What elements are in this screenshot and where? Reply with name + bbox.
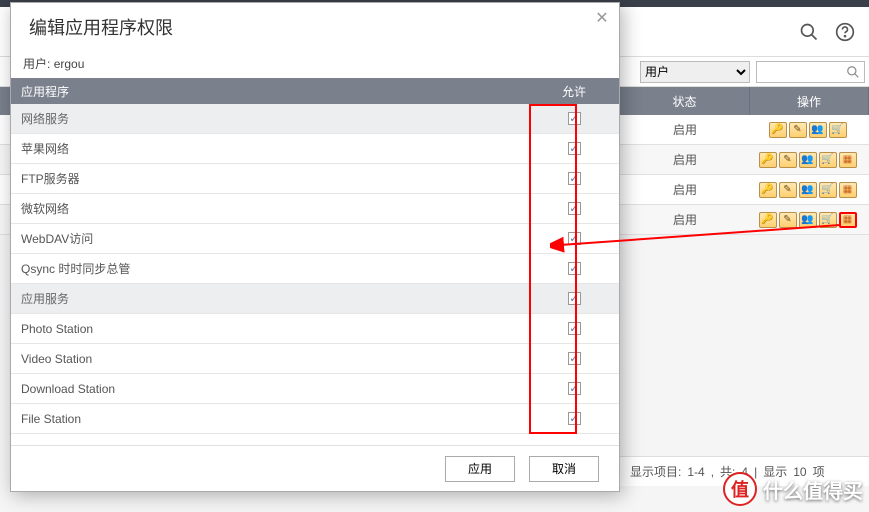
user-line: 用户: ergou xyxy=(11,51,619,78)
key-action-icon[interactable]: 🔑 xyxy=(759,182,777,198)
actions-cell: 🔑✎👥🛒▦ xyxy=(750,152,869,168)
status-cell: 启用 xyxy=(620,121,750,138)
edit-action-icon[interactable]: ✎ xyxy=(789,122,807,138)
edit-action-icon[interactable]: ✎ xyxy=(779,182,797,198)
actions-cell: 🔑✎👥🛒▦ xyxy=(750,182,869,198)
users-action-icon[interactable]: 👥 xyxy=(809,122,827,138)
cart-action-icon[interactable]: 🛒 xyxy=(829,122,847,138)
watermark: 值 什么值得买 xyxy=(723,472,863,506)
help-icon[interactable] xyxy=(833,20,857,44)
grid-action-icon[interactable]: ▦ xyxy=(839,182,857,198)
permission-group-row: 网络服务 ✓ xyxy=(11,104,619,134)
permission-row: Video Station ✓ xyxy=(11,344,619,374)
permission-group-row: 应用服务 ✓ xyxy=(11,284,619,314)
allow-checkbox[interactable]: ✓ xyxy=(568,412,581,425)
permission-label: Qsync 时时同步总管 xyxy=(11,260,529,277)
key-action-icon[interactable]: 🔑 xyxy=(759,152,777,168)
permission-row: 微软网络 ✓ xyxy=(11,194,619,224)
permission-row: File Station ✓ xyxy=(11,404,619,434)
allow-checkbox[interactable]: ✓ xyxy=(568,142,581,155)
permission-label: 应用服务 xyxy=(11,290,529,307)
col-actions: 操作 xyxy=(750,87,869,115)
key-action-icon[interactable]: 🔑 xyxy=(769,122,787,138)
permission-label: 微软网络 xyxy=(11,200,529,217)
edit-app-permissions-dialog: 编辑应用程序权限 ✕ 用户: ergou 应用程序 允许 网络服务✓苹果网络✓F… xyxy=(10,2,620,492)
grid-action-icon[interactable]: ▦ xyxy=(839,152,857,168)
permission-label: 网络服务 xyxy=(11,110,529,127)
footer-label: 显示项目: xyxy=(630,463,681,480)
watermark-text: 什么值得买 xyxy=(763,475,863,504)
dialog-title: 编辑应用程序权限 xyxy=(29,14,173,40)
allow-checkbox[interactable]: ✓ xyxy=(568,202,581,215)
permission-row: 苹果网络 ✓ xyxy=(11,134,619,164)
user-label: 用户: xyxy=(23,57,50,71)
allow-checkbox[interactable]: ✓ xyxy=(568,292,581,305)
allow-checkbox[interactable]: ✓ xyxy=(568,322,581,335)
permission-label: Photo Station xyxy=(11,322,529,336)
user-name: ergou xyxy=(54,57,85,71)
edit-action-icon[interactable]: ✎ xyxy=(779,152,797,168)
permission-row: Download Station ✓ xyxy=(11,374,619,404)
watermark-badge: 值 xyxy=(723,472,757,506)
status-cell: 启用 xyxy=(620,181,750,198)
permission-allow-cell: ✓ xyxy=(529,412,619,425)
actions-cell: 🔑✎👥🛒 xyxy=(750,122,869,138)
col-status: 状态 xyxy=(620,87,750,115)
allow-checkbox[interactable]: ✓ xyxy=(568,232,581,245)
permission-label: 苹果网络 xyxy=(11,140,529,157)
cart-action-icon[interactable]: 🛒 xyxy=(819,212,837,228)
users-action-icon[interactable]: 👥 xyxy=(799,212,817,228)
users-action-icon[interactable]: 👥 xyxy=(799,152,817,168)
permission-allow-cell: ✓ xyxy=(529,352,619,365)
permission-row: WebDAV访问 ✓ xyxy=(11,224,619,254)
permission-allow-cell: ✓ xyxy=(529,382,619,395)
permission-row: FTP服务器 ✓ xyxy=(11,164,619,194)
apply-button[interactable]: 应用 xyxy=(445,456,515,482)
permission-allow-cell: ✓ xyxy=(529,112,619,125)
dialog-footer: 应用 取消 xyxy=(11,445,619,491)
footer-range: 1-4 xyxy=(687,465,704,479)
permission-label: FTP服务器 xyxy=(11,170,529,187)
grid-action-icon[interactable]: ▦ xyxy=(839,212,857,228)
permission-allow-cell: ✓ xyxy=(529,142,619,155)
permission-row: Photo Station ✓ xyxy=(11,314,619,344)
key-action-icon[interactable]: 🔑 xyxy=(759,212,777,228)
user-type-select[interactable]: 用户 xyxy=(640,61,750,83)
permission-label: Video Station xyxy=(11,352,529,366)
edit-action-icon[interactable]: ✎ xyxy=(779,212,797,228)
permission-allow-cell: ✓ xyxy=(529,262,619,275)
allow-checkbox[interactable]: ✓ xyxy=(568,352,581,365)
permissions-body: 网络服务✓苹果网络✓FTP服务器✓微软网络✓WebDAV访问✓Qsync 时时同… xyxy=(11,104,619,445)
allow-checkbox[interactable]: ✓ xyxy=(568,172,581,185)
cart-action-icon[interactable]: 🛒 xyxy=(819,152,837,168)
permission-allow-cell: ✓ xyxy=(529,292,619,305)
search-icon[interactable] xyxy=(797,20,821,44)
footer-sep: , xyxy=(711,465,714,479)
permissions-header: 应用程序 允许 xyxy=(11,78,619,104)
close-icon[interactable]: ✕ xyxy=(593,9,611,27)
permission-allow-cell: ✓ xyxy=(529,322,619,335)
dialog-header: 编辑应用程序权限 ✕ xyxy=(11,3,619,51)
actions-cell: 🔑✎👥🛒▦ xyxy=(750,212,869,228)
permission-row: Qsync 时时同步总管 ✓ xyxy=(11,254,619,284)
search-input[interactable] xyxy=(756,61,865,83)
allow-checkbox[interactable]: ✓ xyxy=(568,262,581,275)
permission-label: WebDAV访问 xyxy=(11,230,529,247)
permission-allow-cell: ✓ xyxy=(529,202,619,215)
col-app: 应用程序 xyxy=(11,83,529,100)
permission-label: Download Station xyxy=(11,382,529,396)
permission-allow-cell: ✓ xyxy=(529,232,619,245)
cart-action-icon[interactable]: 🛒 xyxy=(819,182,837,198)
permission-label: File Station xyxy=(11,412,529,426)
allow-checkbox[interactable]: ✓ xyxy=(568,112,581,125)
cancel-button[interactable]: 取消 xyxy=(529,456,599,482)
status-cell: 启用 xyxy=(620,151,750,168)
allow-checkbox[interactable]: ✓ xyxy=(568,382,581,395)
status-cell: 启用 xyxy=(620,211,750,228)
col-allow: 允许 xyxy=(529,83,619,100)
users-action-icon[interactable]: 👥 xyxy=(799,182,817,198)
permission-allow-cell: ✓ xyxy=(529,172,619,185)
